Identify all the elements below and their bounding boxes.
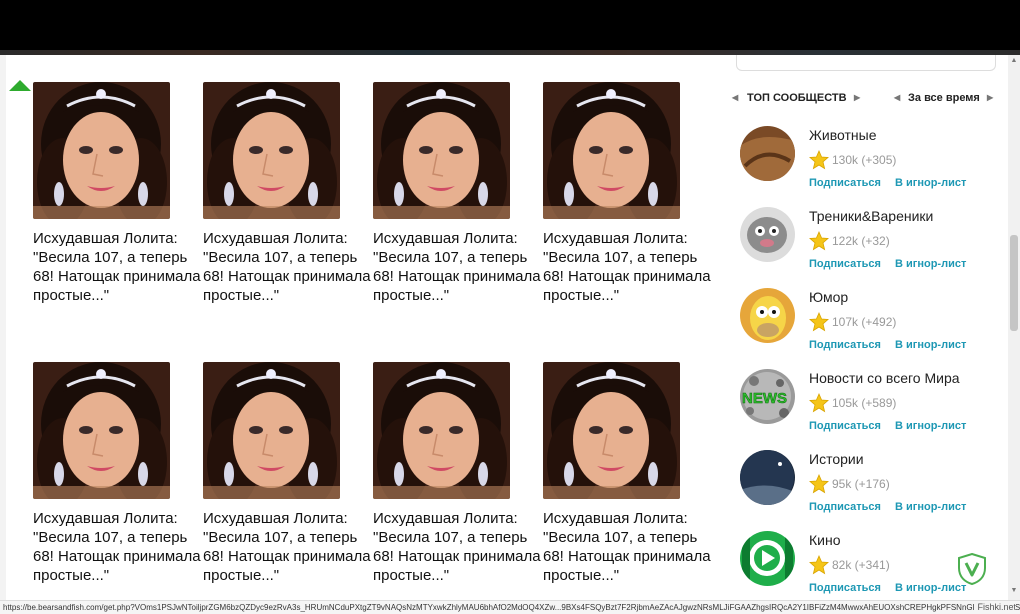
status-url: https://be.bearsandfish.com/get.php?VOms…	[3, 603, 1020, 612]
community-stats: 107k (+492)	[832, 315, 897, 329]
article-card[interactable]: Исхудавшая Лолита: "Весила 107, а теперь…	[373, 362, 541, 585]
scroll-up-icon[interactable]: ▲	[1010, 57, 1018, 67]
community-item: Истории 95k (+176) Подписаться В игнор-лист	[740, 450, 1000, 520]
scroll-down-icon[interactable]: ▼	[1010, 587, 1018, 597]
left-gutter	[0, 55, 6, 600]
article-thumbnail[interactable]	[543, 82, 680, 219]
subscribe-button[interactable]: Подписаться	[809, 501, 881, 513]
sidebar-panel-bottom-edge	[736, 55, 996, 71]
community-name[interactable]: Истории	[809, 451, 864, 467]
watermark: Fishki.net	[974, 601, 1016, 614]
community-name[interactable]: Юмор	[809, 289, 848, 305]
scroll-to-top-icon[interactable]	[9, 80, 31, 91]
article-thumbnail[interactable]	[373, 362, 510, 499]
ignore-button[interactable]: В игнор-лист	[895, 339, 966, 351]
article-title[interactable]: Исхудавшая Лолита: "Весила 107, а теперь…	[373, 229, 543, 305]
shield-icon[interactable]	[957, 553, 987, 585]
article-card[interactable]: Исхудавшая Лолита: "Весила 107, а теперь…	[543, 362, 711, 585]
article-thumbnail[interactable]	[33, 362, 170, 499]
ignore-button[interactable]: В игнор-лист	[895, 420, 966, 432]
ignore-button[interactable]: В игнор-лист	[895, 258, 966, 270]
community-stats: 95k (+176)	[832, 477, 890, 491]
page-scrollbar[interactable]: ▲ ▼	[1008, 55, 1020, 600]
period-selector[interactable]: За все время	[908, 92, 980, 104]
article-thumbnail[interactable]	[373, 82, 510, 219]
community-item: Животные 130k (+305) Подписаться В игнор-ли…	[740, 126, 1000, 196]
article-card[interactable]: Исхудавшая Лолита: "Весила 107, а теперь…	[33, 362, 201, 585]
trenik-avatar[interactable]	[740, 207, 795, 262]
subscribe-button[interactable]: Подписаться	[809, 258, 881, 270]
star-icon	[809, 149, 829, 170]
stories-avatar[interactable]	[740, 450, 795, 505]
browser-top-bar	[0, 0, 1020, 55]
svg-text:NEWS: NEWS	[742, 390, 787, 407]
top-communities-panel: ◀ ТОП СООБЩЕСТВ ▶ ◀ За все время ▶ Живот…	[728, 90, 1008, 594]
article-title[interactable]: Исхудавшая Лолита: "Весила 107, а теперь…	[33, 229, 203, 305]
article-thumbnail[interactable]	[543, 362, 680, 499]
community-item: Треники&Вареники 122k (+32) Подписаться В и…	[740, 207, 1000, 277]
star-icon	[809, 311, 829, 332]
prev-arrow-icon[interactable]: ◀	[732, 93, 738, 102]
article-card[interactable]: Исхудавшая Лолита: "Весила 107, а теперь…	[203, 362, 371, 585]
article-card[interactable]: Исхудавшая Лолита: "Весила 107, а теперь…	[373, 82, 541, 305]
article-title[interactable]: Исхудавшая Лолита: "Весила 107, а теперь…	[543, 509, 713, 585]
community-stats: 122k (+32)	[832, 234, 890, 248]
star-icon	[809, 554, 829, 575]
next-arrow-icon[interactable]: ▶	[854, 93, 860, 102]
subscribe-button[interactable]: Подписаться	[809, 339, 881, 351]
period-prev-icon[interactable]: ◀	[894, 93, 900, 102]
article-thumbnail[interactable]	[33, 82, 170, 219]
humor-avatar[interactable]	[740, 288, 795, 343]
community-name[interactable]: Новости со всего Мира	[809, 370, 960, 386]
article-thumbnail[interactable]	[203, 82, 340, 219]
article-thumbnail[interactable]	[203, 362, 340, 499]
status-bar: https://be.bearsandfish.com/get.php?VOms…	[0, 600, 1020, 614]
article-title[interactable]: Исхудавшая Лолита: "Весила 107, а теперь…	[543, 229, 713, 305]
community-name[interactable]: Животные	[809, 127, 877, 143]
subscribe-button[interactable]: Подписаться	[809, 420, 881, 432]
star-icon	[809, 392, 829, 413]
ignore-button[interactable]: В игнор-лист	[895, 177, 966, 189]
star-icon	[809, 230, 829, 251]
ignore-button[interactable]: В игнор-лист	[895, 501, 966, 513]
cinema-avatar[interactable]	[740, 531, 795, 586]
news-avatar[interactable]: NEWS	[740, 369, 795, 424]
subscribe-button[interactable]: Подписаться	[809, 177, 881, 189]
star-icon	[809, 473, 829, 494]
community-stats: 82k (+341)	[832, 558, 890, 572]
period-next-icon[interactable]: ▶	[987, 93, 993, 102]
article-card[interactable]: Исхудавшая Лолита: "Весила 107, а теперь…	[33, 82, 201, 305]
animals-avatar[interactable]	[740, 126, 795, 181]
article-title[interactable]: Исхудавшая Лолита: "Весила 107, а теперь…	[203, 229, 373, 305]
subscribe-button[interactable]: Подписаться	[809, 582, 881, 594]
ignore-button[interactable]: В игнор-лист	[895, 582, 966, 594]
article-title[interactable]: Исхудавшая Лолита: "Весила 107, а теперь…	[203, 509, 373, 585]
scrollbar-thumb[interactable]	[1010, 235, 1018, 331]
article-card[interactable]: Исхудавшая Лолита: "Весила 107, а теперь…	[203, 82, 371, 305]
community-stats: 105k (+589)	[832, 396, 897, 410]
top-communities-title: ТОП СООБЩЕСТВ	[747, 92, 847, 104]
article-card[interactable]: Исхудавшая Лолита: "Весила 107, а теперь…	[543, 82, 711, 305]
community-item: Юмор 107k (+492) Подписаться В игнор-лист	[740, 288, 1000, 358]
community-name[interactable]: Треники&Вареники	[809, 208, 933, 224]
community-item: NEWS Новости со всего Мира 105k (+589) Подп…	[740, 369, 1000, 439]
top-communities-header: ◀ ТОП СООБЩЕСТВ ▶ ◀ За все время ▶	[728, 90, 1008, 116]
article-title[interactable]: Исхудавшая Лолита: "Весила 107, а теперь…	[33, 509, 203, 585]
community-name[interactable]: Кино	[809, 532, 841, 548]
article-title[interactable]: Исхудавшая Лолита: "Весила 107, а теперь…	[373, 509, 543, 585]
community-stats: 130k (+305)	[832, 153, 897, 167]
